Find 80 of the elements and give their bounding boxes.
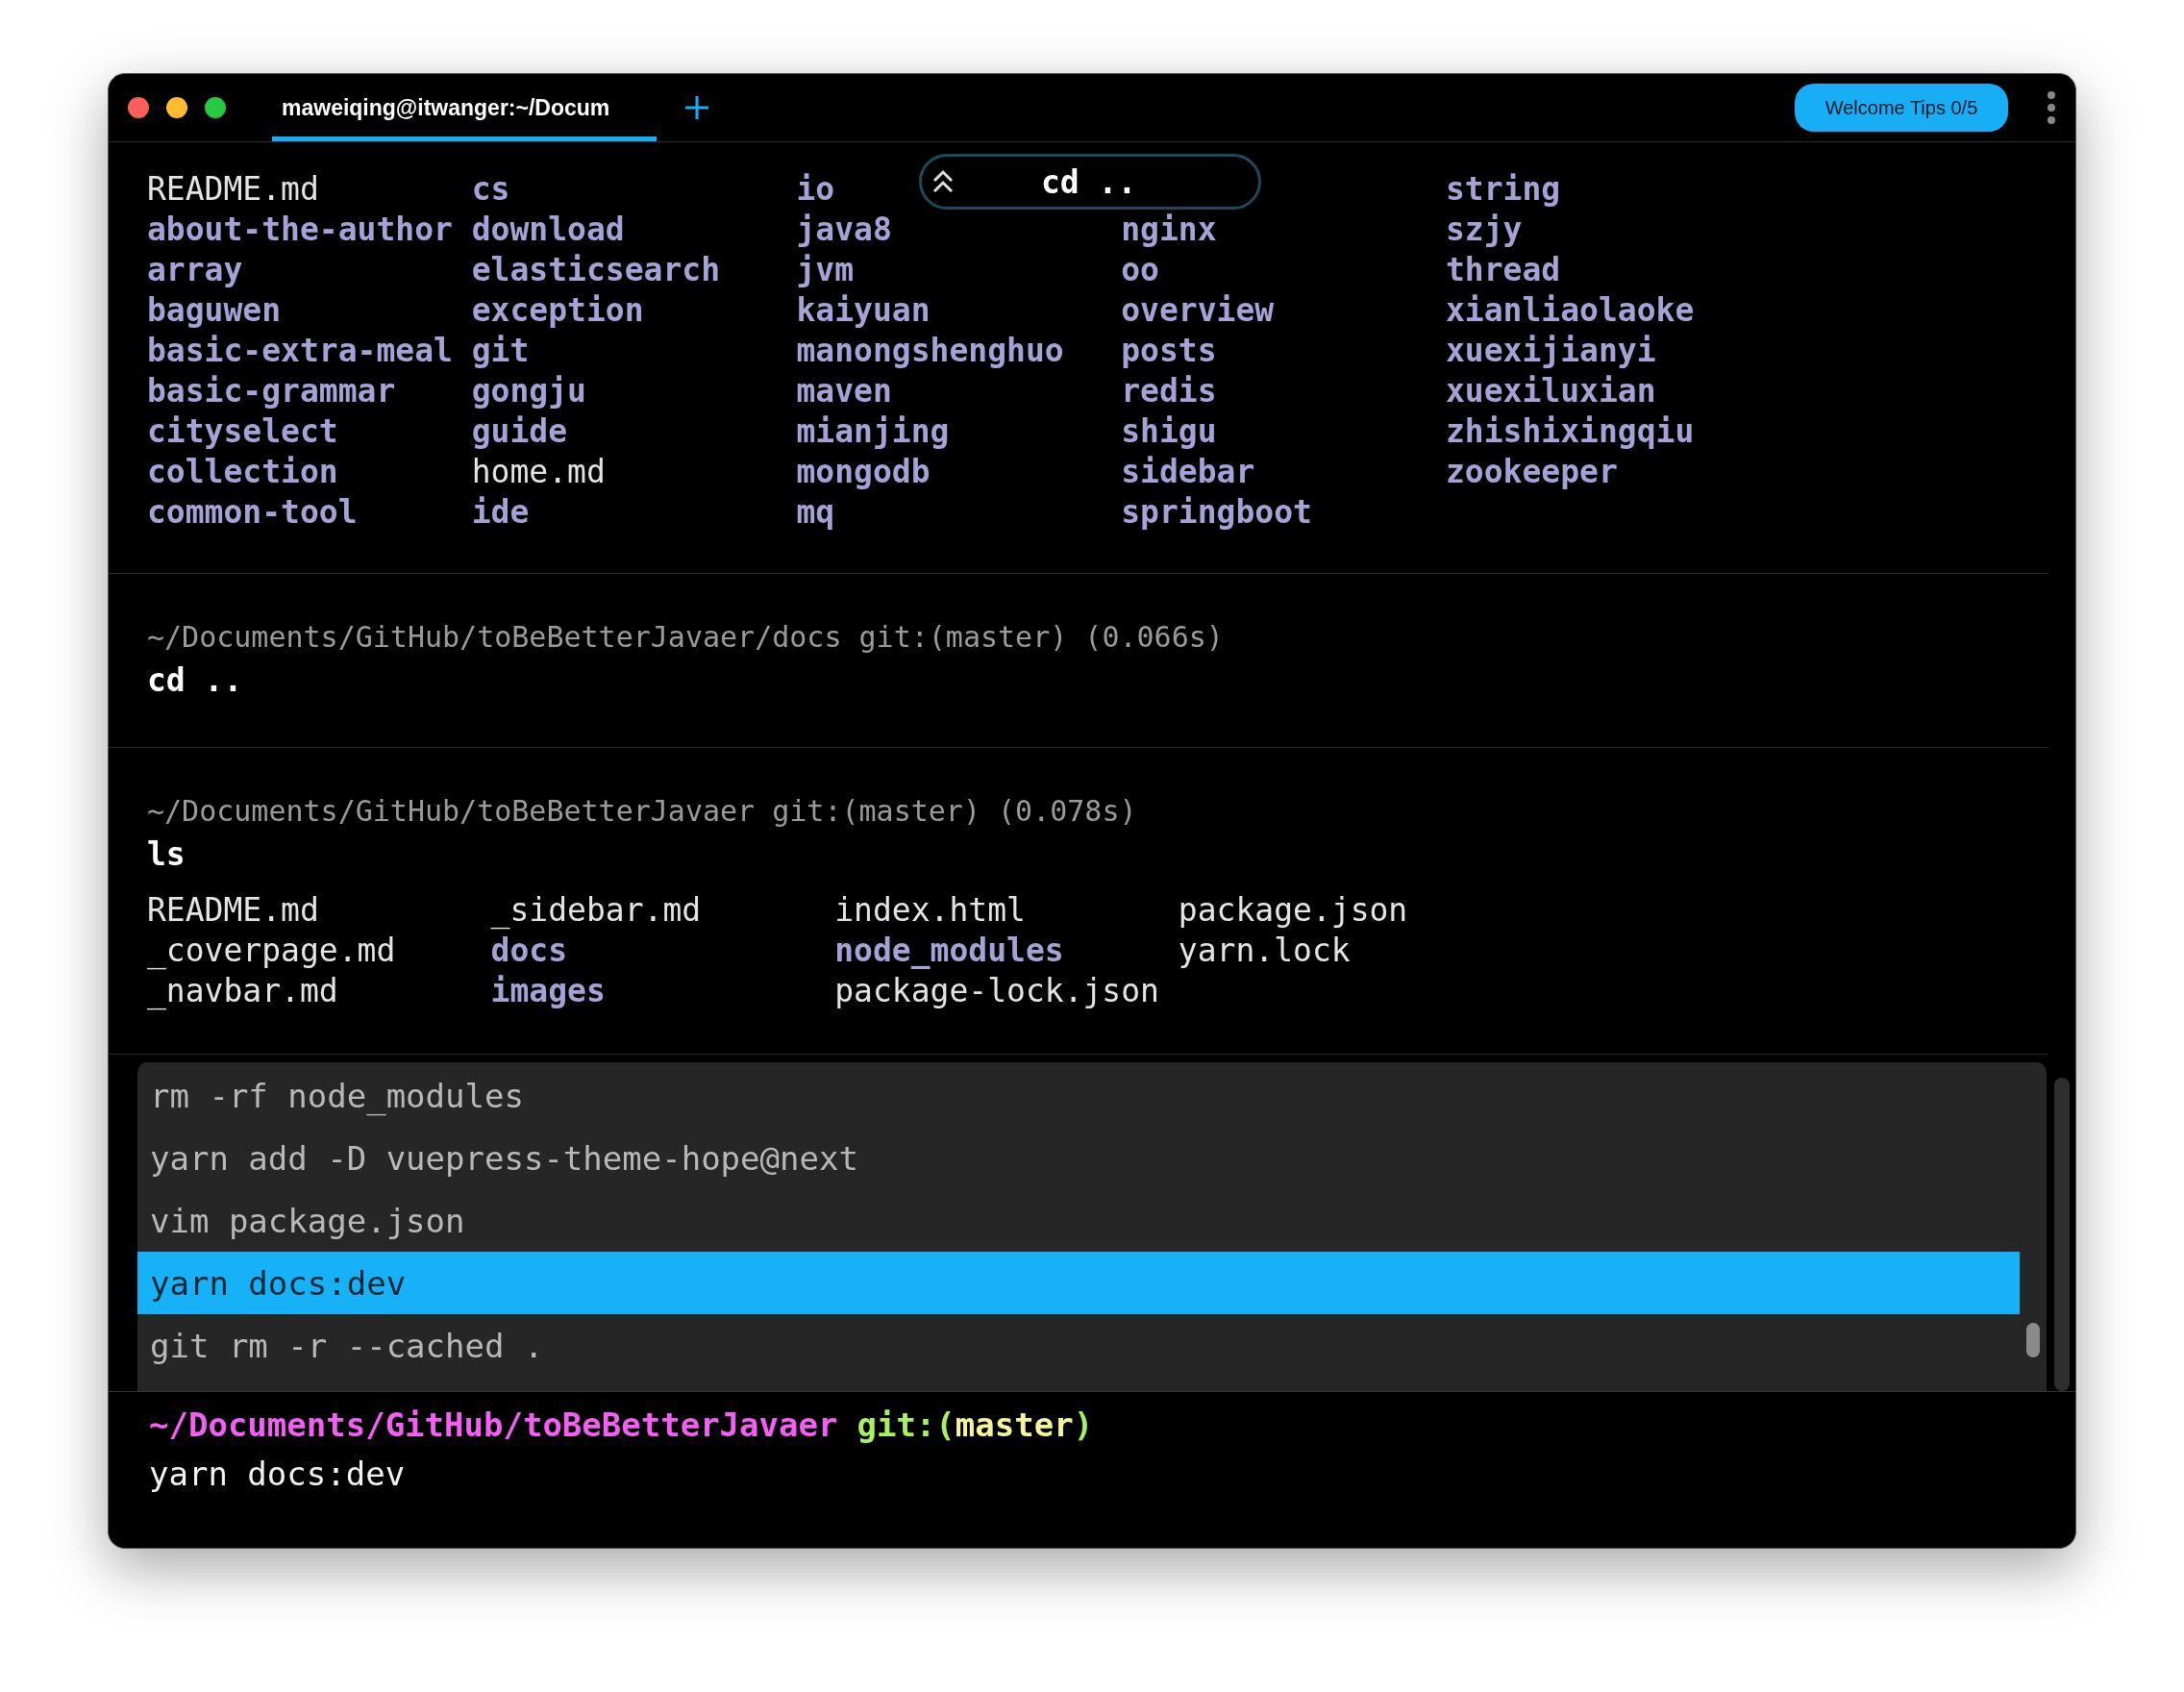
maximize-window-icon[interactable] <box>205 97 226 118</box>
directory-name: sidebar <box>1121 452 1255 492</box>
close-window-icon[interactable] <box>128 97 149 118</box>
directory-name: images <box>490 971 606 1011</box>
directory-name: szjy <box>1446 210 1523 250</box>
history-item[interactable]: vim package.json <box>137 1189 2020 1252</box>
directory-name: maven <box>796 371 892 411</box>
prompt-path: ~/Documents/GitHub/toBeBetterJavaer <box>149 1406 838 1444</box>
directory-name: download <box>471 210 625 250</box>
history-item[interactable]: yarn add -D vuepress-theme-hope@next <box>137 1127 2020 1189</box>
command-text: ls <box>147 834 186 875</box>
directory-name: mongodb <box>796 452 931 492</box>
directory-name: xuexiluxian <box>1446 371 1656 411</box>
minimize-window-icon[interactable] <box>166 97 187 118</box>
file-name: _navbar.md <box>147 971 338 1011</box>
directory-name: baguwen <box>147 290 282 331</box>
file-name: index.html <box>834 890 1026 931</box>
file-name: home.md <box>471 452 606 492</box>
directory-name: cs <box>471 169 510 210</box>
directory-name: docs <box>490 931 568 971</box>
directory-name: redis <box>1121 371 1217 411</box>
git-label: git:( <box>856 1406 956 1444</box>
directory-name: ide <box>471 492 530 533</box>
directory-name: node_modules <box>834 931 1064 971</box>
directory-name: basic-extra-meal <box>147 331 453 371</box>
directory-name: kaiyuan <box>796 290 931 331</box>
sticky-command-header[interactable]: cd .. <box>919 154 1261 210</box>
file-name: package.json <box>1178 890 1408 931</box>
directory-name: guide <box>471 411 568 452</box>
new-tab-icon[interactable] <box>683 94 710 121</box>
directory-name: overview <box>1121 290 1275 331</box>
directory-name: common-tool <box>147 492 358 533</box>
directory-name: cityselect <box>147 411 338 452</box>
directory-name: posts <box>1121 331 1217 371</box>
directory-name: about-the-author <box>147 210 453 250</box>
directory-name: zhishixingqiu <box>1446 411 1695 452</box>
directory-name: elasticsearch <box>471 250 721 290</box>
directory-name: shigu <box>1121 411 1217 452</box>
command-prompt: ~/Documents/GitHub/toBeBetterJavaer git:(master) (0.078s) <box>147 793 1138 830</box>
directory-name: string <box>1446 169 1561 210</box>
directory-name: thread <box>1446 250 1561 290</box>
directory-name: gongju <box>471 371 586 411</box>
directory-name: manongshenghuo <box>796 331 1064 371</box>
history-item[interactable]: git rm -r --cached . <box>137 1314 2020 1377</box>
directory-name: zookeeper <box>1446 452 1618 492</box>
git-label-close: ) <box>1073 1406 1094 1444</box>
directory-name: mianjing <box>796 411 950 452</box>
directory-name: git <box>471 331 530 371</box>
directory-name: mq <box>796 492 835 533</box>
welcome-tips-button[interactable]: Welcome Tips 0/5 <box>1795 84 2008 132</box>
history-item[interactable]: yarn docs:dev <box>137 1252 2020 1314</box>
double-chevron-up-icon[interactable] <box>931 169 955 194</box>
directory-name: xuexijianyi <box>1446 331 1656 371</box>
directory-name: io <box>796 169 835 210</box>
more-menu-icon[interactable] <box>2047 90 2056 125</box>
command-text: cd .. <box>147 660 244 701</box>
directory-name: java8 <box>796 210 892 250</box>
directory-name: array <box>147 250 243 290</box>
directory-name: collection <box>147 452 338 492</box>
file-name: README.md <box>147 890 319 931</box>
command-input[interactable]: yarn docs:dev <box>149 1444 2047 1504</box>
directory-name: xianliaolaoke <box>1446 290 1695 331</box>
scrollbar-thumb[interactable] <box>2026 1323 2040 1357</box>
file-name: _sidebar.md <box>490 890 702 931</box>
command-prompt: ~/Documents/GitHub/toBeBetterJavaer/docs git:(master) (0.066s) <box>147 619 1225 656</box>
terminal-tab[interactable]: maweiqing@itwanger:~/Docum <box>272 74 657 141</box>
directory-name: nginx <box>1121 210 1217 250</box>
directory-name: exception <box>471 290 644 331</box>
file-name: package-lock.json <box>834 971 1159 1011</box>
directory-name: oo <box>1121 250 1159 290</box>
file-name: yarn.lock <box>1178 931 1351 971</box>
history-item[interactable]: rm -rf node_modules <box>137 1064 2020 1127</box>
file-name: README.md <box>147 169 319 210</box>
directory-name: basic-grammar <box>147 371 396 411</box>
file-name: _coverpage.md <box>147 931 396 971</box>
sticky-command-text: cd .. <box>1041 162 1137 201</box>
branch-name: master <box>955 1406 1074 1444</box>
directory-name: springboot <box>1121 492 1312 533</box>
scrollbar-track[interactable] <box>2054 1078 2070 1391</box>
directory-name: jvm <box>796 250 855 290</box>
